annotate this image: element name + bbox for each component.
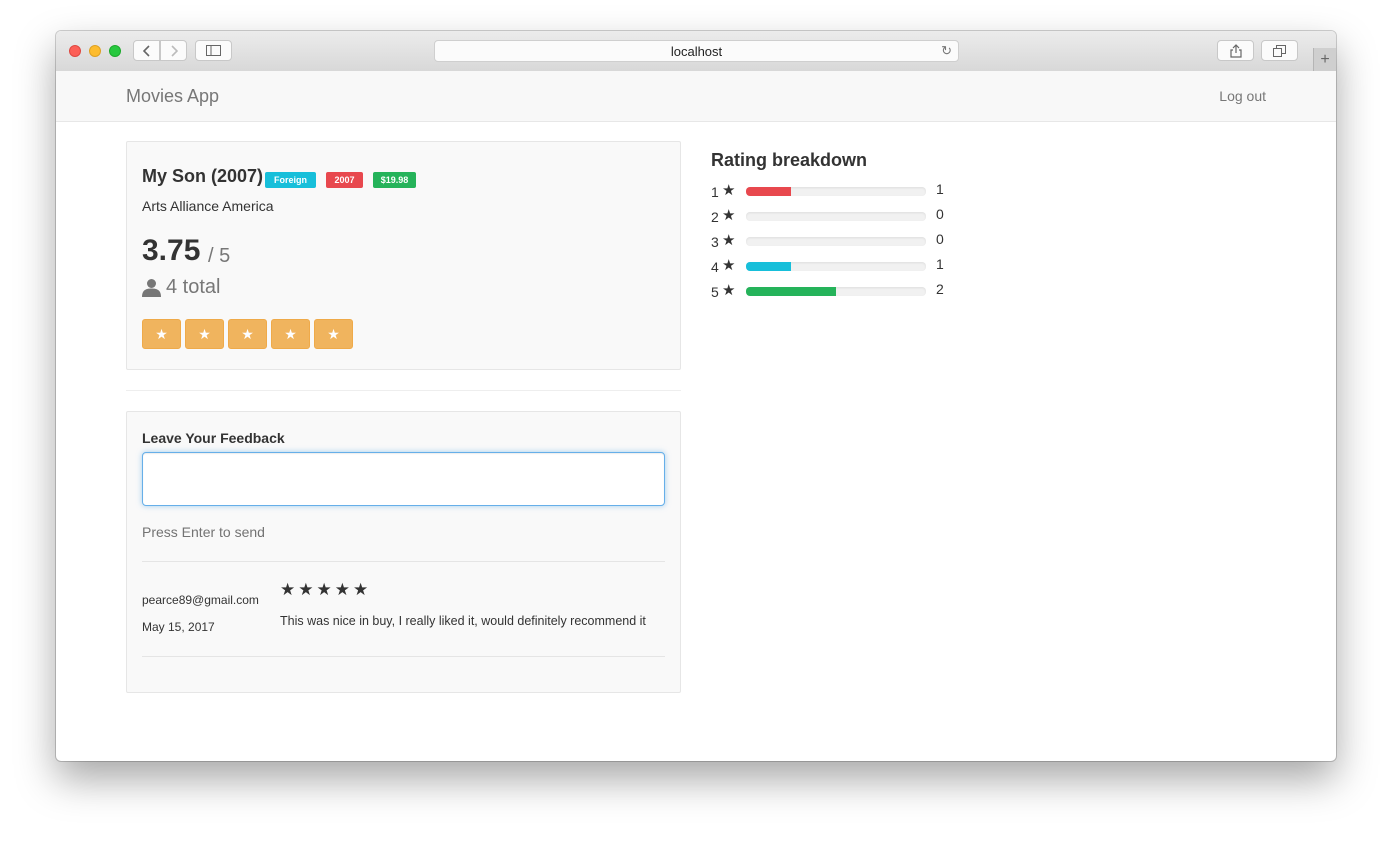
rate-3-star-button[interactable]: ★ <box>228 319 267 349</box>
share-button[interactable] <box>1217 40 1254 61</box>
breakdown-count: 2 <box>936 281 944 297</box>
rate-5-star-button[interactable]: ★ <box>314 319 353 349</box>
divider <box>142 656 665 657</box>
breakdown-progress-track <box>746 212 926 221</box>
studio-name: Arts Alliance America <box>142 198 274 214</box>
breakdown-row-4: 4 ★ 1 <box>711 256 971 276</box>
zoom-window-icon[interactable] <box>109 45 121 57</box>
address-bar[interactable]: localhost ↻ <box>434 40 959 62</box>
movie-title: My Son (2007) <box>142 166 264 186</box>
breakdown-progress-fill <box>746 287 836 296</box>
movie-panel: My Son (2007) Foreign 2007 $19.98 Arts A… <box>126 141 681 370</box>
review-date: May 15, 2017 <box>142 620 215 634</box>
reload-icon[interactable]: ↻ <box>941 43 952 59</box>
breakdown-progress-track <box>746 287 926 296</box>
star-icon: ★ <box>722 257 736 274</box>
rate-2-star-button[interactable]: ★ <box>185 319 224 349</box>
brand-link[interactable]: Movies App <box>126 86 219 107</box>
chevron-right-icon <box>170 44 178 57</box>
total-count: 4 total <box>166 276 221 298</box>
breakdown-progress-track <box>746 262 926 271</box>
user-icon <box>142 279 161 297</box>
breakdown-row-1: 1 ★ 1 <box>711 181 971 201</box>
breakdown-star-level: 2 <box>711 209 719 225</box>
average-score: 3.75 <box>142 234 201 267</box>
rate-1-star-button[interactable]: ★ <box>142 319 181 349</box>
url-text: localhost <box>670 43 723 59</box>
star-icon: ★ <box>722 182 736 199</box>
star-icon: ★ <box>722 282 736 299</box>
divider <box>142 561 665 562</box>
star-icon: ★ <box>327 325 340 342</box>
new-tab-button[interactable]: + <box>1313 48 1336 71</box>
show-tabs-button[interactable] <box>1261 40 1298 61</box>
breakdown-star-level: 5 <box>711 284 719 300</box>
minimize-window-icon[interactable] <box>89 45 101 57</box>
breakdown-progress-fill <box>746 262 791 271</box>
breakdown-star-level: 3 <box>711 234 719 250</box>
forward-button[interactable] <box>160 40 187 61</box>
breakdown-star-level: 4 <box>711 259 719 275</box>
feedback-panel: Leave Your Feedback Press Enter to send … <box>126 411 681 693</box>
feedback-help-text: Press Enter to send <box>142 524 265 540</box>
logout-link[interactable]: Log out <box>1219 88 1266 104</box>
score-out-of: / 5 <box>208 245 231 267</box>
divider <box>126 390 681 391</box>
breakdown-row-3: 3 ★ 0 <box>711 231 971 251</box>
feedback-label: Leave Your Feedback <box>142 430 285 446</box>
total-ratings: 4 total <box>142 276 220 299</box>
browser-titlebar: localhost ↻ + <box>56 31 1336 72</box>
breakdown-count: 0 <box>936 206 944 222</box>
review-text: This was nice in buy, I really liked it,… <box>280 614 646 628</box>
browser-window: localhost ↻ + Movies App Log out My Son … <box>56 31 1336 761</box>
star-icon: ★ <box>155 325 168 342</box>
genre-badge: Foreign <box>265 172 316 188</box>
review-stars: ★★★★★ <box>280 580 372 599</box>
plus-icon: + <box>1320 50 1330 68</box>
breakdown-count: 1 <box>936 256 944 272</box>
breakdown-count: 0 <box>936 231 944 247</box>
breakdown-progress-fill <box>746 187 791 196</box>
breakdown-progress-track <box>746 187 926 196</box>
breakdown-progress-track <box>746 237 926 246</box>
review-author-email: pearce89@gmail.com <box>142 593 259 607</box>
star-icon: ★ <box>241 325 254 342</box>
share-icon <box>1229 43 1242 58</box>
star-icon: ★ <box>284 325 297 342</box>
star-icon: ★ <box>198 325 211 342</box>
star-icon: ★ <box>722 232 736 249</box>
rating-breakdown-title: Rating breakdown <box>711 150 868 170</box>
tabs-icon <box>1273 44 1286 57</box>
close-window-icon[interactable] <box>69 45 81 57</box>
navbar: Movies App Log out <box>56 71 1336 122</box>
back-button[interactable] <box>133 40 160 61</box>
breakdown-star-level: 1 <box>711 184 719 200</box>
year-badge: 2007 <box>326 172 363 188</box>
price-badge: $19.98 <box>373 172 416 188</box>
breakdown-row-5: 5 ★ 2 <box>711 281 971 301</box>
chevron-left-icon <box>142 44 150 57</box>
sidebar-icon <box>206 45 221 56</box>
feedback-input[interactable] <box>142 452 665 506</box>
rate-4-star-button[interactable]: ★ <box>271 319 310 349</box>
sidebar-toggle-button[interactable] <box>195 40 232 61</box>
breakdown-row-2: 2 ★ 0 <box>711 206 971 226</box>
star-icon: ★ <box>722 207 736 224</box>
breakdown-count: 1 <box>936 181 944 197</box>
